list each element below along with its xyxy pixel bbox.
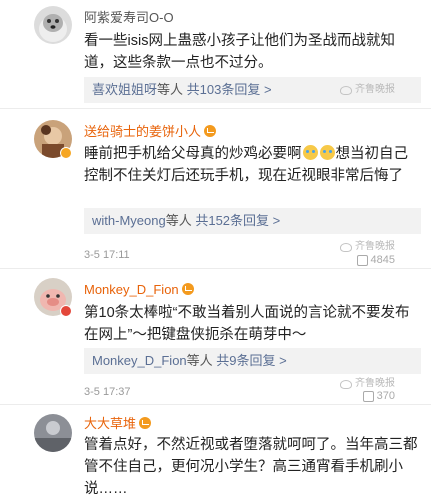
like-button[interactable]: 370 — [362, 389, 395, 403]
like-count: 4845 — [370, 254, 395, 266]
watermark-text: 齐鲁晚报 — [355, 84, 395, 95]
username[interactable]: 大大草堆 — [84, 416, 136, 431]
verified-badge-icon — [60, 305, 72, 317]
watermark: 齐鲁晚报 — [340, 84, 395, 96]
username-row[interactable]: Monkey_D_Fion — [84, 282, 194, 298]
crying-emoji-icon — [302, 145, 318, 160]
chevron-right-icon: > — [263, 82, 272, 97]
reply-names[interactable]: 喜欢姐姐呀 — [92, 82, 157, 97]
reply-suffix: 等人 — [157, 82, 184, 97]
reply-suffix: 等人 — [165, 213, 192, 228]
username-row[interactable]: 送给骑士的姜饼小人 — [84, 124, 217, 140]
vip-badge-icon — [60, 147, 72, 159]
thumbs-up-icon — [362, 390, 374, 402]
watermark-logo-icon — [340, 85, 352, 95]
watermark: 齐鲁晚报 — [340, 241, 395, 253]
reply-count[interactable]: 共103条回复 — [187, 82, 261, 97]
avatar-image — [34, 6, 72, 44]
reply-count[interactable]: 共9条回复 — [216, 353, 275, 368]
timestamp: 3-5 17:37 — [84, 386, 131, 398]
like-button[interactable]: 4845 — [356, 253, 395, 267]
comment-text-part1: 睡前把手机给父母真的炒鸡必要啊 — [84, 146, 302, 162]
watermark-logo-icon — [340, 242, 352, 252]
reply-names[interactable]: Monkey_D_Fion — [92, 353, 187, 368]
comment-item: Monkey_D_Fion 第10条太棒啦“不敢当着别人面说的言论就不要发布在网… — [0, 268, 431, 404]
reply-count[interactable]: 共152条回复 — [195, 213, 269, 228]
username-row[interactable]: 大大草堆 — [84, 416, 152, 432]
crown-badge-icon — [181, 283, 194, 295]
watermark-text: 齐鲁晚报 — [355, 241, 395, 252]
reply-suffix: 等人 — [186, 353, 213, 368]
username[interactable]: 送给骑士的姜饼小人 — [84, 124, 201, 139]
reply-summary[interactable]: Monkey_D_Fion等人 共9条回复 > — [84, 348, 421, 374]
reply-summary[interactable]: with-Myeong等人 共152条回复 > — [84, 208, 421, 234]
comment-text: 看一些isis网上蛊惑小孩子让他们为圣战而战就知道，这些条款一点也不过分。 — [84, 33, 395, 71]
comment-feed: 阿紫爱寿司O-O 看一些isis网上蛊惑小孩子让他们为圣战而战就知道，这些条款一… — [0, 0, 431, 500]
comment-text: 管着点好，不然近视或者堕落就呵呵了。当年高三都管不住自己，更何况小学生？高三通宵… — [84, 437, 418, 497]
like-count: 370 — [376, 390, 395, 402]
comment-item: 送给骑士的姜饼小人 睡前把手机给父母真的炒鸡必要啊 想当初自己控制不住关灯后还玩手… — [0, 108, 431, 268]
chevron-right-icon: > — [272, 213, 281, 228]
comment-text: 第10条太棒啦“不敢当着别人面说的言论就不要发布在网上”～把键盘侠扼杀在萌芽中～ — [84, 305, 410, 343]
avatar[interactable] — [34, 414, 72, 452]
comment-item: 大大草堆 管着点好，不然近视或者堕落就呵呵了。当年高三都管不住自己，更何况小学生… — [0, 404, 431, 500]
crying-emoji-icon — [319, 145, 335, 160]
crown-badge-icon — [204, 125, 217, 137]
avatar[interactable] — [34, 6, 72, 44]
reply-names[interactable]: with-Myeong — [92, 213, 166, 228]
crown-badge-icon — [139, 417, 152, 429]
timestamp: 3-5 17:11 — [84, 249, 130, 261]
comment-text: 睡前把手机给父母真的炒鸡必要啊 想当初自己控制不住关灯后还玩手机，现在近视眼非常后… — [84, 143, 419, 187]
username[interactable]: Monkey_D_Fion — [84, 282, 179, 297]
username[interactable]: 阿紫爱寿司O-O — [84, 10, 174, 26]
thumbs-up-icon — [356, 254, 368, 266]
avatar-image — [34, 414, 72, 452]
chevron-right-icon: > — [279, 353, 287, 368]
watermark-logo-icon — [340, 379, 352, 389]
comment-item: 阿紫爱寿司O-O 看一些isis网上蛊惑小孩子让他们为圣战而战就知道，这些条款一… — [0, 0, 431, 108]
